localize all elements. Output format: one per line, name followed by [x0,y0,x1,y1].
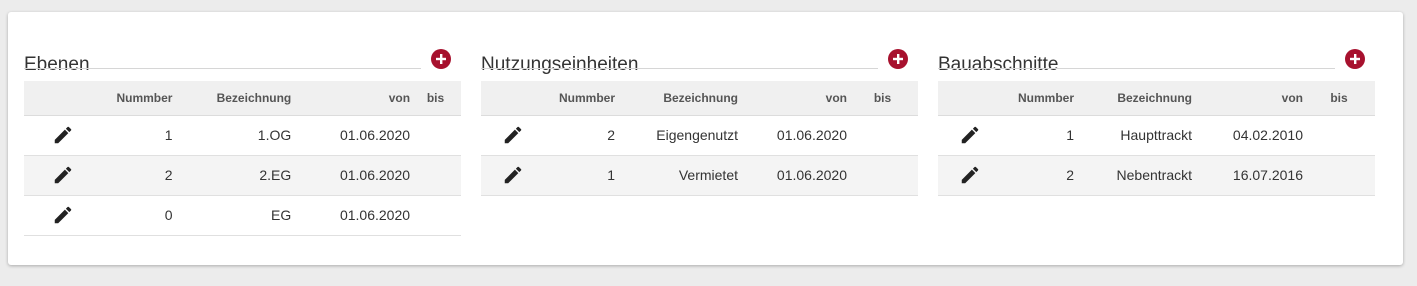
panel-header: Ebenen [24,12,461,81]
panel-title: Bauabschnitte [938,53,1059,75]
column-header-bezeichnung[interactable]: Bezeichnung [1074,81,1192,116]
panel-header: Bauabschnitte [938,12,1375,81]
edit-row-button[interactable] [959,164,981,186]
pencil-icon [961,166,979,184]
column-header-bis[interactable]: bis [410,81,461,116]
cell-von: 01.06.2020 [291,195,411,236]
cell-von: 01.06.2020 [291,155,411,196]
column-header-bezeichnung[interactable]: Bezeichnung [172,81,292,116]
cell-von: 01.06.2020 [738,155,847,196]
title-divider [481,68,878,69]
cell-bis [847,155,918,196]
cell-nummer: 2 [545,115,615,156]
column-header-von[interactable]: von [1192,81,1303,116]
content-card: Ebenen Nummber Bezeichnung von bis 1 1.O… [8,12,1403,265]
column-header-bis[interactable]: bis [847,81,918,116]
add-ebene-button[interactable] [431,49,451,69]
edit-row-button[interactable] [502,164,524,186]
edit-row-button[interactable] [52,124,74,146]
edit-row-button[interactable] [502,124,524,146]
cell-nummer: 0 [102,195,173,236]
pencil-icon [504,166,522,184]
cell-nummer: 2 [102,155,173,196]
cell-von: 16.07.2016 [1192,155,1303,196]
cell-bezeichnung: Nebentrackt [1074,155,1192,196]
title-divider [938,68,1335,69]
pencil-icon [54,126,72,144]
panel-header: Nutzungseinheiten [481,12,918,81]
cell-bis [410,155,461,196]
cell-bezeichnung: 1.OG [172,115,292,156]
table-row: 0 EG 01.06.2020 [24,195,461,236]
cell-bezeichnung: EG [172,195,292,236]
cell-von: 01.06.2020 [738,115,847,156]
edit-row-button[interactable] [52,204,74,226]
edit-row-button[interactable] [52,164,74,186]
column-header-nummer[interactable]: Nummber [102,81,173,116]
add-bauabschnitt-button[interactable] [1345,49,1365,69]
column-header-bezeichnung[interactable]: Bezeichnung [615,81,738,116]
column-header-edit [938,81,1002,116]
column-header-nummer[interactable]: Nummber [545,81,615,116]
cell-bis [1303,115,1375,156]
cell-bis [410,115,461,156]
cell-nummer: 1 [545,155,615,196]
table-row: 1 Haupttrackt 04.02.2010 [938,115,1375,156]
table-row: 2 2.EG 01.06.2020 [24,155,461,196]
title-divider [24,68,421,69]
cell-bezeichnung: Haupttrackt [1074,115,1192,156]
table-header-row: Nummber Bezeichnung von bis [938,81,1375,116]
table-row: 1 Vermietet 01.06.2020 [481,155,918,196]
cell-nummer: 1 [1002,115,1074,156]
panel-bauabschnitte: Bauabschnitte Nummber Bezeichnung von bi… [938,12,1375,196]
nutzungseinheiten-table: Nummber Bezeichnung von bis 2 Eigengenut… [481,81,918,196]
table-row: 1 1.OG 01.06.2020 [24,115,461,156]
pencil-icon [54,166,72,184]
cell-nummer: 2 [1002,155,1074,196]
cell-bezeichnung: 2.EG [172,155,292,196]
table-row: 2 Nebentrackt 16.07.2016 [938,155,1375,196]
pencil-icon [961,126,979,144]
table-row: 2 Eigengenutzt 01.06.2020 [481,115,918,156]
table-header-row: Nummber Bezeichnung von bis [24,81,461,116]
edit-row-button[interactable] [959,124,981,146]
plus-circle-icon [436,54,446,64]
column-header-von[interactable]: von [291,81,411,116]
cell-nummer: 1 [102,115,173,156]
table-header-row: Nummber Bezeichnung von bis [481,81,918,116]
ebenen-table: Nummber Bezeichnung von bis 1 1.OG 01.06… [24,81,461,236]
pencil-icon [504,126,522,144]
cell-bezeichnung: Eigengenutzt [615,115,738,156]
panel-title: Nutzungseinheiten [481,53,639,75]
panel-title: Ebenen [24,53,90,75]
column-header-edit [24,81,103,116]
bauabschnitte-table: Nummber Bezeichnung von bis 1 Haupttrack… [938,81,1375,196]
column-header-von[interactable]: von [738,81,847,116]
panel-nutzungseinheiten: Nutzungseinheiten Nummber Bezeichnung vo… [481,12,918,196]
pencil-icon [54,206,72,224]
cell-bis [1303,155,1375,196]
column-header-edit [481,81,545,116]
panel-ebenen: Ebenen Nummber Bezeichnung von bis 1 1.O… [24,12,461,236]
plus-circle-icon [893,54,903,64]
column-header-nummer[interactable]: Nummber [1002,81,1074,116]
cell-bis [410,195,461,236]
add-nutzungseinheit-button[interactable] [888,49,908,69]
cell-von: 01.06.2020 [291,115,411,156]
column-header-bis[interactable]: bis [1303,81,1375,116]
cell-von: 04.02.2010 [1192,115,1303,156]
plus-circle-icon [1350,54,1360,64]
cell-bezeichnung: Vermietet [615,155,738,196]
cell-bis [847,115,918,156]
